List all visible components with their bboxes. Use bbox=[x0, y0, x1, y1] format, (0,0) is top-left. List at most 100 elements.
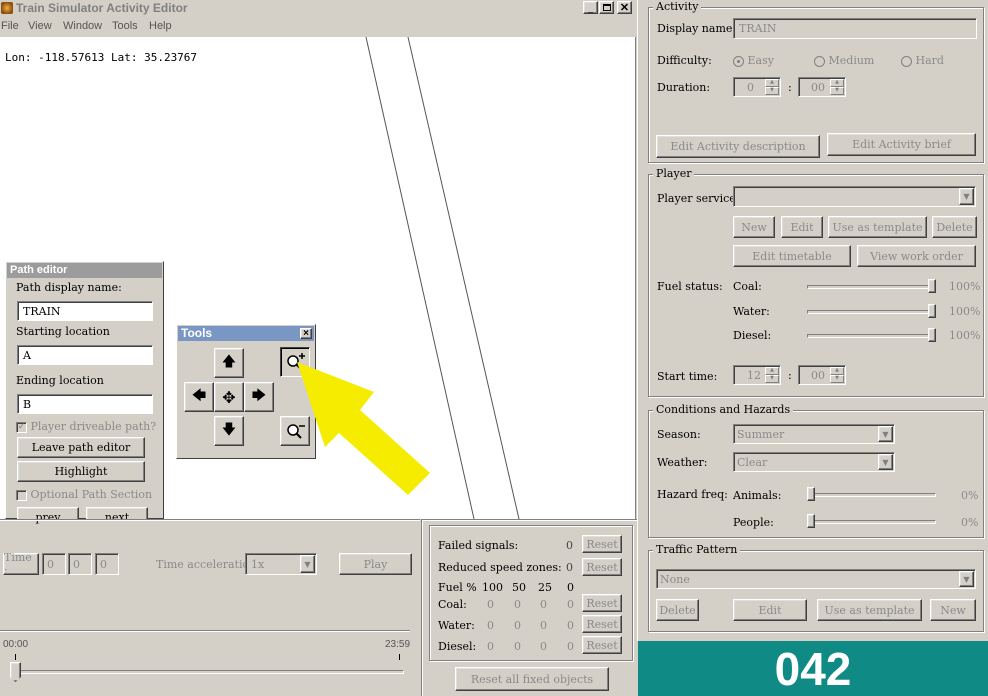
player-use-template-button[interactable]: Use as template bbox=[828, 216, 927, 238]
people-slider-track[interactable] bbox=[807, 520, 936, 524]
maximize-button[interactable] bbox=[599, 1, 614, 14]
coal-slider-track[interactable] bbox=[807, 285, 936, 289]
timeline-slider-thumb[interactable] bbox=[10, 662, 21, 682]
edit-activity-brief-button[interactable]: Edit Activity brief bbox=[827, 133, 976, 156]
player-driveable-checkbox[interactable]: ✓ Player driveable path? bbox=[16, 420, 156, 433]
time-minutes-field[interactable]: 0 bbox=[68, 553, 92, 575]
time-seconds-field[interactable]: 0 bbox=[95, 553, 119, 575]
reduced-speed-reset-button[interactable]: Reset bbox=[582, 558, 622, 576]
water-row-value: 0 bbox=[567, 619, 574, 632]
path-editor-titlebar: Path editor bbox=[7, 263, 162, 278]
water-row-value: 0 bbox=[514, 619, 521, 632]
duration-minutes-spinner[interactable]: 00 ▲ ▼ bbox=[798, 77, 846, 97]
pan-up-button[interactable]: 🡅 bbox=[214, 348, 244, 378]
play-button[interactable]: Play bbox=[339, 553, 412, 575]
traffic-delete-button[interactable]: Delete bbox=[656, 599, 699, 621]
difficulty-easy-radio[interactable]: Easy bbox=[733, 54, 774, 67]
duration-label: Duration: bbox=[657, 81, 711, 94]
menu-help[interactable]: Help bbox=[149, 20, 172, 32]
animals-value: 0% bbox=[961, 489, 979, 502]
difficulty-hard-radio[interactable]: Hard bbox=[901, 54, 944, 67]
traffic-pattern-select[interactable]: None ▼ bbox=[656, 569, 976, 589]
close-icon: × bbox=[303, 328, 309, 339]
time-acceleration-label: Time acceleration bbox=[156, 558, 257, 571]
traffic-use-template-button[interactable]: Use as template bbox=[817, 599, 922, 621]
player-delete-button[interactable]: Delete bbox=[932, 216, 977, 238]
ending-location-input[interactable]: B bbox=[17, 394, 153, 414]
tools-close-button[interactable]: × bbox=[300, 328, 312, 339]
coal-slider-thumb[interactable] bbox=[928, 279, 936, 293]
close-button[interactable]: ✕ bbox=[617, 1, 632, 14]
menu-view[interactable]: View bbox=[28, 20, 52, 32]
reduced-speed-value: 0 bbox=[566, 561, 573, 574]
timeline-divider bbox=[0, 630, 410, 632]
difficulty-hard-label: Hard bbox=[915, 54, 944, 67]
traffic-edit-button[interactable]: Edit bbox=[733, 599, 807, 621]
start-hours-spinner[interactable]: 12 ▲ ▼ bbox=[733, 365, 781, 385]
water-slider-thumb[interactable] bbox=[928, 304, 936, 318]
pan-right-button[interactable]: 🡆 bbox=[244, 382, 274, 412]
path-display-name-input[interactable]: TRAIN bbox=[17, 301, 153, 321]
fuel-header-label: Fuel % bbox=[438, 581, 477, 594]
time-button[interactable]: Time : bbox=[3, 551, 39, 577]
difficulty-easy-label: Easy bbox=[747, 54, 774, 67]
time-controls-panel: Time : 0 0 0 Time acceleration 1x ▼ Play… bbox=[0, 519, 420, 696]
edit-timetable-button[interactable]: Edit timetable bbox=[733, 245, 851, 267]
timeline-slider-track[interactable] bbox=[12, 670, 404, 674]
failed-signals-reset-button[interactable]: Reset bbox=[582, 535, 622, 553]
fuel-header-100: 100 bbox=[482, 581, 503, 594]
duration-separator: : bbox=[788, 81, 792, 94]
pan-left-button[interactable]: 🡄 bbox=[184, 382, 214, 412]
season-select[interactable]: Summer ▼ bbox=[733, 424, 895, 444]
chevron-down-icon: ▼ bbox=[959, 188, 974, 205]
time-acceleration-select[interactable]: 1x ▼ bbox=[245, 553, 317, 575]
reduced-speed-label: Reduced speed zones: bbox=[438, 561, 562, 574]
window-title: Train Simulator Activity Editor bbox=[16, 1, 188, 15]
people-slider-thumb[interactable] bbox=[807, 514, 815, 528]
leave-path-editor-button[interactable]: Leave path editor bbox=[17, 437, 145, 458]
coal-row-value: 0 bbox=[540, 598, 547, 611]
water-slider-track[interactable] bbox=[807, 310, 936, 314]
start-time-separator: : bbox=[788, 369, 792, 382]
minimize-button[interactable]: _ bbox=[583, 1, 598, 14]
start-minutes-spinner[interactable]: 00 ▲ ▼ bbox=[798, 365, 846, 385]
optional-path-checkbox[interactable]: Optional Path Section bbox=[16, 488, 152, 501]
time-hours-field[interactable]: 0 bbox=[42, 553, 66, 575]
player-legend: Player bbox=[653, 167, 695, 180]
weather-select[interactable]: Clear ▼ bbox=[733, 452, 895, 472]
right-panel: Activity Display name: TRAIN Difficulty:… bbox=[637, 0, 988, 641]
diesel-reset-button[interactable]: Reset bbox=[582, 636, 622, 654]
center-view-button[interactable]: ✥ bbox=[214, 382, 244, 412]
animals-slider-track[interactable] bbox=[807, 493, 936, 497]
edit-activity-description-button[interactable]: Edit Activity description bbox=[656, 135, 820, 158]
player-edit-button[interactable]: Edit bbox=[781, 216, 823, 238]
menu-tools[interactable]: Tools bbox=[112, 20, 138, 32]
menu-file[interactable]: File bbox=[1, 20, 19, 32]
diesel-row-label: Diesel: bbox=[438, 640, 477, 653]
duration-hours-spinner[interactable]: 0 ▲ ▼ bbox=[733, 77, 781, 97]
view-work-order-button[interactable]: View work order bbox=[857, 245, 976, 267]
diesel-slider-track[interactable] bbox=[807, 334, 936, 338]
coal-reset-button[interactable]: Reset bbox=[582, 594, 622, 612]
path-display-name-label: Path display name: bbox=[16, 281, 122, 294]
diesel-label: Diesel: bbox=[733, 329, 772, 342]
coal-row-label: Coal: bbox=[438, 598, 467, 611]
traffic-new-button[interactable]: New bbox=[930, 599, 976, 621]
reset-all-fixed-objects-button[interactable]: Reset all fixed objects bbox=[455, 667, 609, 691]
pan-down-button[interactable]: 🡇 bbox=[214, 416, 244, 446]
minimize-icon: _ bbox=[587, 2, 593, 13]
tools-title: Tools bbox=[181, 326, 213, 340]
display-name-input[interactable]: TRAIN bbox=[733, 18, 977, 39]
close-icon: ✕ bbox=[619, 2, 630, 14]
water-row-label: Water: bbox=[438, 619, 475, 632]
diesel-row-value: 0 bbox=[514, 640, 521, 653]
diesel-slider-thumb[interactable] bbox=[928, 328, 936, 342]
player-service-select[interactable]: ▼ bbox=[733, 186, 976, 207]
starting-location-input[interactable]: A bbox=[17, 345, 153, 365]
highlight-button[interactable]: Highlight bbox=[17, 461, 145, 482]
difficulty-medium-radio[interactable]: Medium bbox=[814, 54, 874, 67]
player-new-button[interactable]: New bbox=[733, 216, 775, 238]
animals-slider-thumb[interactable] bbox=[807, 487, 815, 501]
menu-window[interactable]: Window bbox=[63, 20, 102, 32]
water-reset-button[interactable]: Reset bbox=[582, 615, 622, 633]
